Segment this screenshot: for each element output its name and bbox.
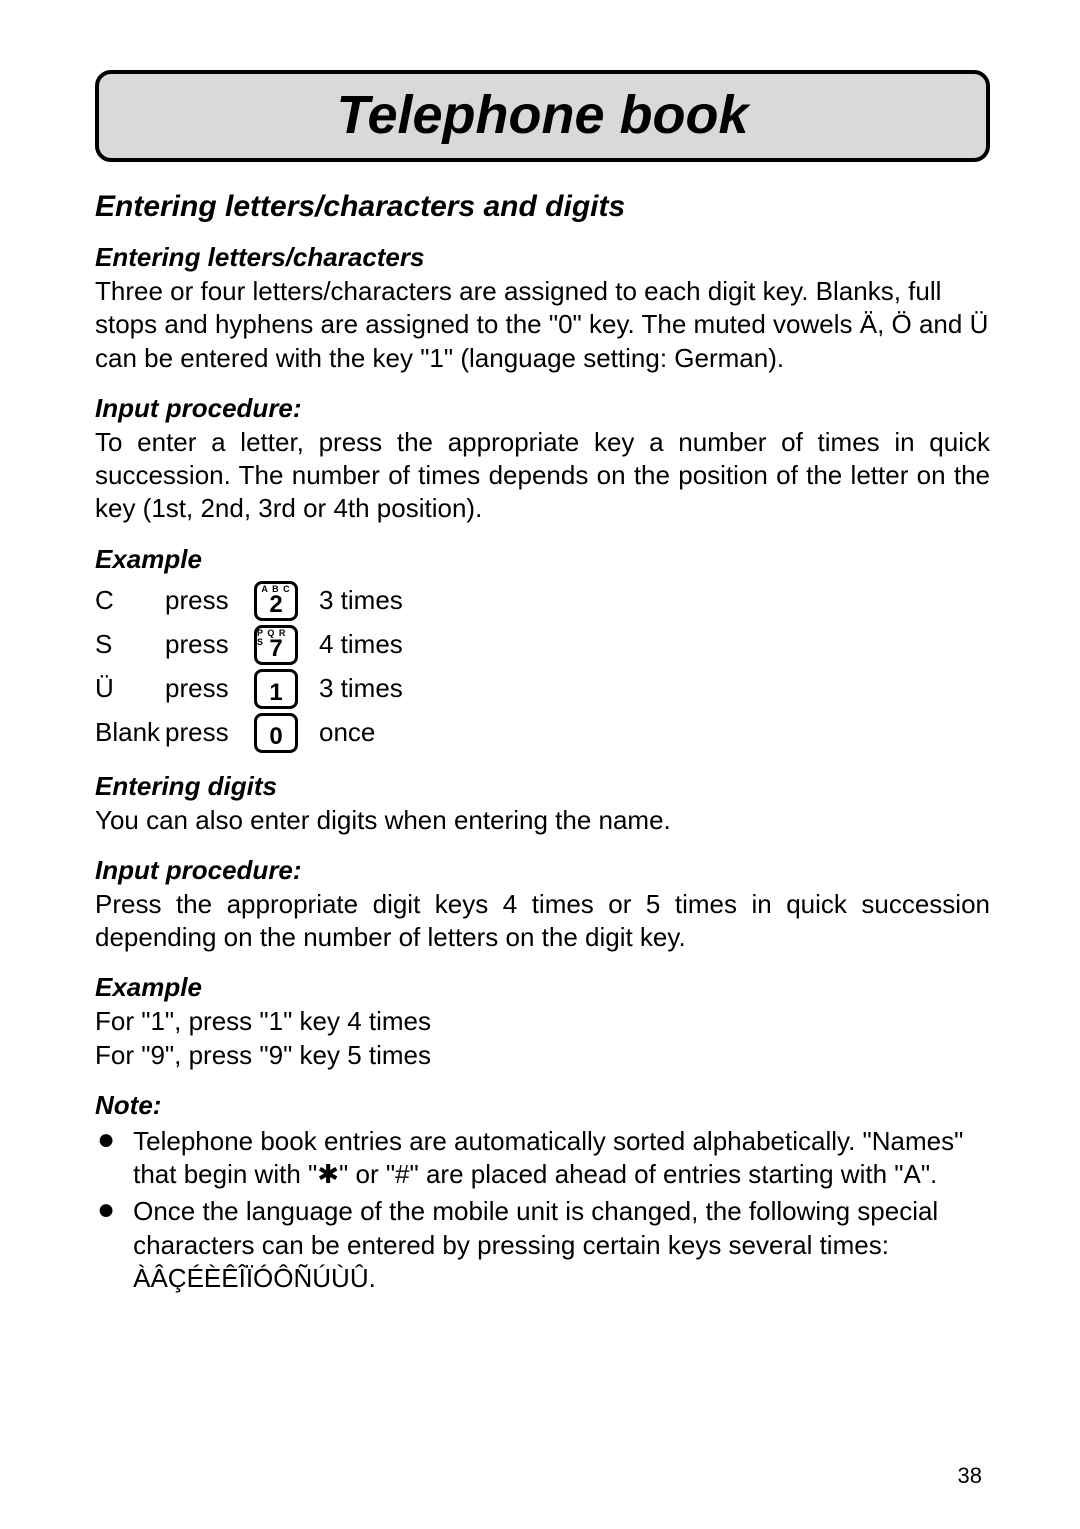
bullet-icon: ● [97, 1125, 115, 1192]
paragraph-input-procedure-1: To enter a letter, press the appropriate… [95, 426, 990, 526]
subheading-input-procedure-1: Input procedure: [95, 393, 990, 424]
bullet-icon: ● [97, 1195, 115, 1295]
example-action: press [165, 717, 247, 748]
key-icon: 0 [254, 713, 298, 753]
example-char: S [95, 629, 165, 660]
subheading-entering-digits: Entering digits [95, 771, 990, 802]
table-row: C press A B C 2 3 times [95, 581, 990, 621]
table-row: S press P Q R S 7 4 times [95, 625, 990, 665]
subheading-example-2: Example [95, 972, 990, 1003]
example-action: press [165, 673, 247, 704]
section-heading: Entering letters/characters and digits [95, 190, 990, 224]
page-title-box: Telephone book [95, 70, 990, 162]
example-action: press [165, 629, 247, 660]
example-2-line-2: For "9", press "9" key 5 times [95, 1039, 990, 1072]
example-action: press [165, 585, 247, 616]
subheading-example-1: Example [95, 544, 990, 575]
key-digit: 1 [269, 681, 282, 705]
table-row: Ü press 1 3 times [95, 669, 990, 709]
subheading-note: Note: [95, 1090, 990, 1121]
example-char: Blank [95, 717, 165, 748]
note-text: Once the language of the mobile unit is … [133, 1195, 990, 1295]
example-times: 3 times [319, 585, 403, 616]
page-title: Telephone book [99, 84, 986, 146]
page-number: 38 [958, 1463, 982, 1489]
example-2-line-1: For "1", press "1" key 4 times [95, 1005, 990, 1038]
manual-page: Telephone book Entering letters/characte… [0, 0, 1080, 1529]
key-digit: 7 [269, 637, 282, 661]
key-icon: 1 [254, 669, 298, 709]
table-row: Blank press 0 once [95, 713, 990, 753]
example-1-table: C press A B C 2 3 times S press P Q R S … [95, 581, 990, 753]
list-item: ● Telephone book entries are automatical… [95, 1125, 990, 1192]
example-times: once [319, 717, 375, 748]
key-icon: A B C 2 [254, 581, 298, 621]
key-digit: 2 [269, 593, 282, 617]
list-item: ● Once the language of the mobile unit i… [95, 1195, 990, 1295]
example-char: C [95, 585, 165, 616]
paragraph-entering-letters: Three or four letters/characters are ass… [95, 275, 990, 375]
paragraph-entering-digits: You can also enter digits when entering … [95, 804, 990, 837]
subheading-entering-letters: Entering letters/characters [95, 242, 990, 273]
key-icon: P Q R S 7 [254, 625, 298, 665]
example-char: Ü [95, 673, 165, 704]
notes-list: ● Telephone book entries are automatical… [95, 1125, 990, 1295]
subheading-input-procedure-2: Input procedure: [95, 855, 990, 886]
example-times: 4 times [319, 629, 403, 660]
key-digit: 0 [269, 725, 282, 749]
paragraph-input-procedure-2: Press the appropriate digit keys 4 times… [95, 888, 990, 955]
example-times: 3 times [319, 673, 403, 704]
note-text: Telephone book entries are automatically… [133, 1125, 990, 1192]
